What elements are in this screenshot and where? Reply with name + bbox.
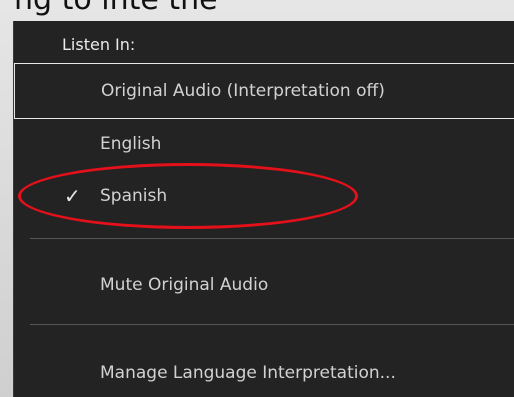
menu-item-label: Mute Original Audio xyxy=(100,275,269,295)
mute-original-audio-item[interactable]: Mute Original Audio xyxy=(14,258,514,312)
checkmark-icon: ✓ xyxy=(64,184,81,208)
menu-item-label: Original Audio (Interpretation off) xyxy=(101,81,385,101)
menu-item-spanish[interactable]: ✓ Spanish xyxy=(14,169,514,223)
listen-in-menu: Listen In: Original Audio (Interpretatio… xyxy=(13,21,514,397)
manage-language-interpretation-item[interactable]: Manage Language Interpretation... xyxy=(14,346,514,397)
menu-header: Listen In: xyxy=(62,35,136,54)
menu-item-english[interactable]: English xyxy=(14,117,514,171)
menu-item-label: English xyxy=(100,134,162,154)
menu-divider xyxy=(30,238,514,239)
menu-item-original-audio[interactable]: Original Audio (Interpretation off) xyxy=(14,63,514,119)
menu-item-label: Manage Language Interpretation... xyxy=(100,363,396,383)
background-slide-text: ng to inte the xyxy=(14,0,218,17)
menu-item-label: Spanish xyxy=(100,186,168,206)
screenshot-page: ng to inte the Listen In: Original Audio… xyxy=(0,0,514,397)
menu-divider xyxy=(30,324,514,325)
